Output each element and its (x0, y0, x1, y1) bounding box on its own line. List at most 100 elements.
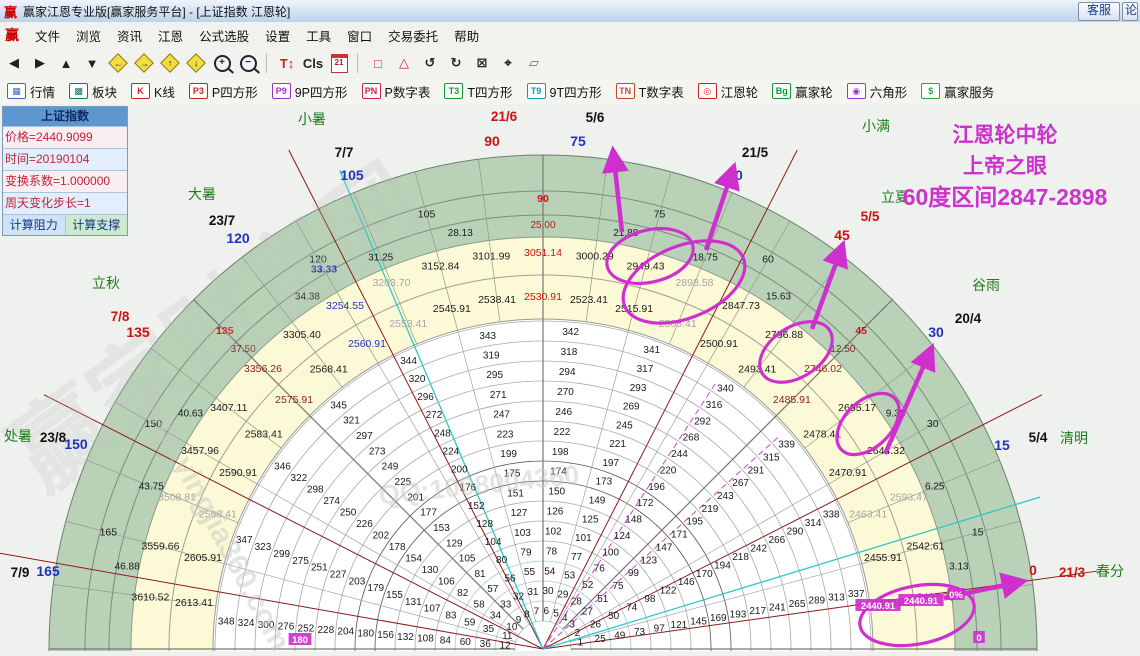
svg-text:273: 273 (369, 446, 386, 457)
calc-resistance-button[interactable]: 计算阻力 (3, 215, 66, 235)
menu-item-3[interactable]: 江恩 (150, 23, 191, 48)
行情-icon: ▦ (7, 83, 26, 99)
svg-text:2515.91: 2515.91 (615, 303, 653, 315)
svg-text:321: 321 (343, 416, 360, 427)
svg-text:2847.73: 2847.73 (722, 300, 760, 312)
svg-text:345: 345 (330, 400, 347, 411)
svg-text:28.13: 28.13 (448, 228, 473, 239)
menu-item-8[interactable]: 交易委托 (380, 23, 446, 48)
tab-9T四方形[interactable]: T9 9T四方形 (520, 80, 609, 103)
svg-text:7/8: 7/8 (111, 309, 130, 324)
price-row: 价格=2440.9099 (3, 126, 127, 148)
svg-text:56: 56 (504, 573, 516, 584)
svg-text:153: 153 (433, 523, 450, 534)
svg-text:6: 6 (544, 606, 550, 617)
svg-text:51: 51 (597, 594, 609, 605)
svg-text:121: 121 (671, 620, 688, 631)
arrow-down-icon[interactable]: ▼ (80, 51, 104, 75)
svg-text:289: 289 (808, 596, 825, 607)
zoom-in-icon[interactable]: + (210, 51, 234, 75)
svg-text:77: 77 (571, 552, 583, 563)
tab-P数字表[interactable]: PN P数字表 (355, 80, 438, 103)
svg-text:21/3: 21/3 (1059, 565, 1086, 580)
tab-六角形[interactable]: ◉ 六角形 (840, 80, 915, 103)
forum-button[interactable]: 论坛 (1122, 1, 1138, 21)
center-target-icon[interactable]: ⌖ (496, 51, 520, 75)
svg-text:2590.91: 2590.91 (219, 467, 257, 479)
menu-item-5[interactable]: 设置 (257, 23, 298, 48)
rotate-ccw-icon[interactable]: ↺ (418, 51, 442, 75)
svg-text:244: 244 (671, 449, 688, 460)
板块-icon: ▩ (69, 83, 89, 99)
svg-text:5: 5 (553, 608, 559, 619)
P数字表-icon: PN (361, 83, 381, 99)
svg-text:107: 107 (424, 604, 441, 615)
t-updown-icon[interactable]: T↕ (275, 51, 299, 75)
menu-item-0[interactable]: 文件 (27, 23, 68, 48)
menu-item-2[interactable]: 资讯 (109, 23, 150, 48)
tab-T数字表[interactable]: TN T数字表 (609, 80, 691, 103)
svg-text:130: 130 (422, 565, 439, 576)
triangle-tool-icon[interactable]: △ (392, 51, 416, 75)
svg-text:75: 75 (654, 208, 666, 220)
svg-text:3203.70: 3203.70 (372, 277, 410, 289)
svg-text:2593.47: 2593.47 (890, 491, 928, 503)
svg-text:1: 1 (578, 637, 584, 648)
svg-text:222: 222 (554, 427, 571, 438)
svg-text:317: 317 (637, 364, 654, 375)
tab-江恩轮[interactable]: ◎ 江恩轮 (691, 80, 766, 103)
window-title: 赢家江恩专业版[赢家服务平台] - [上证指数 江恩轮] (23, 4, 291, 19)
tab-板块[interactable]: ▩ 板块 (62, 80, 124, 103)
menu-item-4[interactable]: 公式选股 (191, 23, 257, 48)
svg-text:2530.91: 2530.91 (524, 291, 562, 303)
svg-text:120: 120 (226, 230, 250, 246)
eraser-icon[interactable]: ▱ (522, 51, 546, 75)
svg-text:348: 348 (218, 616, 235, 627)
svg-text:43.75: 43.75 (139, 482, 164, 493)
tab-9P四方形[interactable]: P9 9P四方形 (265, 80, 355, 103)
svg-text:315: 315 (763, 452, 780, 463)
calc-support-button[interactable]: 计算支撑 (65, 215, 127, 235)
svg-text:58: 58 (474, 599, 486, 610)
diamond-up-icon[interactable]: ↑ (158, 51, 182, 75)
arrow-left-icon[interactable]: ◀ (2, 51, 26, 75)
svg-text:318: 318 (561, 347, 578, 358)
svg-text:322: 322 (291, 473, 308, 484)
close-box-icon[interactable]: ⊠ (470, 51, 494, 75)
svg-text:2485.91: 2485.91 (773, 394, 811, 406)
calendar-icon[interactable]: 21 (327, 51, 351, 75)
menu-item-1[interactable]: 浏览 (68, 23, 109, 48)
step-row: 周天变化步长=1 (3, 192, 127, 214)
menu-item-9[interactable]: 帮助 (446, 23, 487, 48)
zoom-out-icon[interactable]: − (236, 51, 260, 75)
tab-赢家轮[interactable]: Bg 赢家轮 (765, 80, 840, 103)
svg-text:177: 177 (420, 508, 437, 519)
rotate-cw-icon[interactable]: ↻ (444, 51, 468, 75)
svg-text:131: 131 (405, 597, 422, 608)
svg-text:165: 165 (100, 527, 118, 539)
svg-text:30: 30 (542, 586, 554, 597)
diamond-right-icon[interactable]: → (132, 51, 156, 75)
svg-text:5/6: 5/6 (586, 110, 605, 125)
svg-text:50: 50 (608, 611, 620, 622)
arrow-right-icon[interactable]: ▶ (28, 51, 52, 75)
svg-text:243: 243 (717, 491, 734, 502)
cls-icon[interactable]: Cls (301, 51, 325, 75)
tab-赢家服务[interactable]: $ 赢家服务 (914, 80, 1001, 103)
svg-text:267: 267 (732, 478, 749, 489)
svg-text:132: 132 (397, 632, 414, 643)
arrow-up-icon[interactable]: ▲ (54, 51, 78, 75)
tab-K线[interactable]: K K线 (124, 80, 182, 103)
menu-item-6[interactable]: 工具 (298, 23, 339, 48)
customer-service-button[interactable]: 客服 (1077, 1, 1120, 21)
tab-P四方形[interactable]: P3 P四方形 (182, 80, 265, 103)
diamond-left-icon[interactable]: ← (106, 51, 130, 75)
diamond-down-icon[interactable]: ↓ (184, 51, 208, 75)
tab-行情[interactable]: ▦ 行情 (0, 80, 62, 103)
svg-text:227: 227 (330, 569, 347, 580)
svg-text:294: 294 (559, 367, 576, 378)
9T四方形-icon: T9 (526, 83, 546, 99)
square-tool-icon[interactable]: □ (366, 51, 390, 75)
tab-T四方形[interactable]: T3 T四方形 (437, 80, 519, 103)
menu-item-7[interactable]: 窗口 (339, 23, 380, 48)
